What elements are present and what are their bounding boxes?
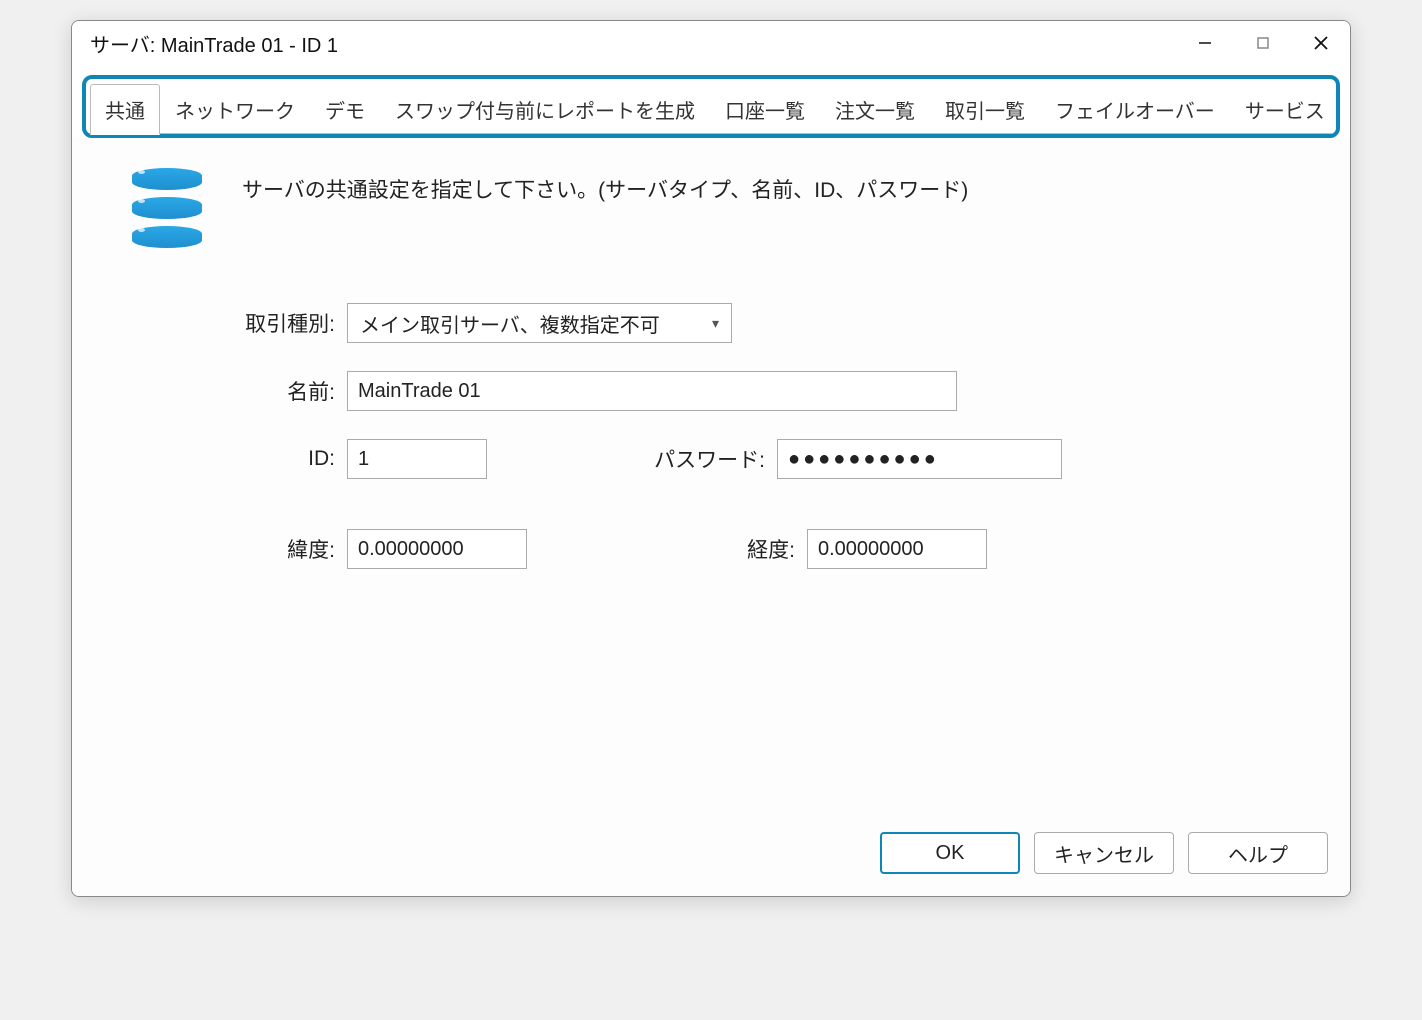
minimize-icon — [1198, 36, 1212, 50]
tab-failover[interactable]: フェイルオーバー — [1040, 84, 1230, 134]
tab-orders[interactable]: 注文一覧 — [820, 84, 930, 134]
tab-common[interactable]: 共通 — [90, 84, 160, 135]
label-password: パスワード: — [637, 444, 777, 474]
tab-network[interactable]: ネットワーク — [160, 84, 310, 134]
title-bar: サーバ: MainTrade 01 - ID 1 — [72, 21, 1350, 65]
window-controls — [1176, 21, 1350, 65]
label-longitude: 経度: — [637, 534, 807, 564]
tab-demo[interactable]: デモ — [310, 84, 380, 134]
server-stack-icon — [132, 168, 202, 248]
cancel-button[interactable]: キャンセル — [1034, 832, 1174, 874]
row-trade-type: 取引種別: メイン取引サーバ、複数指定不可 ▾ — [172, 303, 1320, 343]
maximize-button[interactable] — [1234, 21, 1292, 65]
id-input[interactable] — [347, 439, 487, 479]
longitude-input[interactable] — [807, 529, 987, 569]
window-title: サーバ: MainTrade 01 - ID 1 — [90, 29, 338, 58]
name-input[interactable] — [347, 371, 957, 411]
form: 取引種別: メイン取引サーバ、複数指定不可 ▾ 名前: ID: パスワード: 緯… — [172, 303, 1320, 569]
tab-content: サーバの共通設定を指定して下さい。(サーバタイプ、名前、ID、パスワード) 取引… — [72, 138, 1350, 818]
row-id-password: ID: パスワード: — [172, 439, 1320, 479]
help-button[interactable]: ヘルプ — [1188, 832, 1328, 874]
minimize-button[interactable] — [1176, 21, 1234, 65]
trade-type-value: メイン取引サーバ、複数指定不可 — [360, 309, 660, 338]
row-name: 名前: — [172, 371, 1320, 411]
header-row: サーバの共通設定を指定して下さい。(サーバタイプ、名前、ID、パスワード) — [132, 168, 1320, 248]
row-coordinates: 緯度: 経度: — [172, 529, 1320, 569]
latitude-input[interactable] — [347, 529, 527, 569]
tabs-container: 共通 ネットワーク デモ スワップ付与前にレポートを生成 口座一覧 注文一覧 取… — [82, 75, 1340, 138]
button-bar: OK キャンセル ヘルプ — [72, 818, 1350, 896]
server-settings-window: サーバ: MainTrade 01 - ID 1 共通 ネットワーク デモ スワ… — [71, 20, 1351, 897]
label-id: ID: — [172, 447, 347, 471]
tab-service[interactable]: サービス — [1230, 84, 1340, 134]
description-text: サーバの共通設定を指定して下さい。(サーバタイプ、名前、ID、パスワード) — [242, 168, 968, 204]
maximize-icon — [1256, 36, 1270, 50]
close-button[interactable] — [1292, 21, 1350, 65]
tab-trades[interactable]: 取引一覧 — [930, 84, 1040, 134]
label-trade-type: 取引種別: — [172, 308, 347, 338]
tab-swap-report[interactable]: スワップ付与前にレポートを生成 — [380, 84, 710, 134]
ok-button[interactable]: OK — [880, 832, 1020, 874]
label-latitude: 緯度: — [172, 534, 347, 564]
close-icon — [1313, 35, 1329, 51]
chevron-down-icon: ▾ — [712, 315, 719, 332]
tab-bar: 共通 ネットワーク デモ スワップ付与前にレポートを生成 口座一覧 注文一覧 取… — [90, 83, 1332, 134]
tab-accounts[interactable]: 口座一覧 — [710, 84, 820, 134]
label-name: 名前: — [172, 376, 347, 406]
trade-type-select[interactable]: メイン取引サーバ、複数指定不可 ▾ — [347, 303, 732, 343]
password-input[interactable] — [777, 439, 1062, 479]
